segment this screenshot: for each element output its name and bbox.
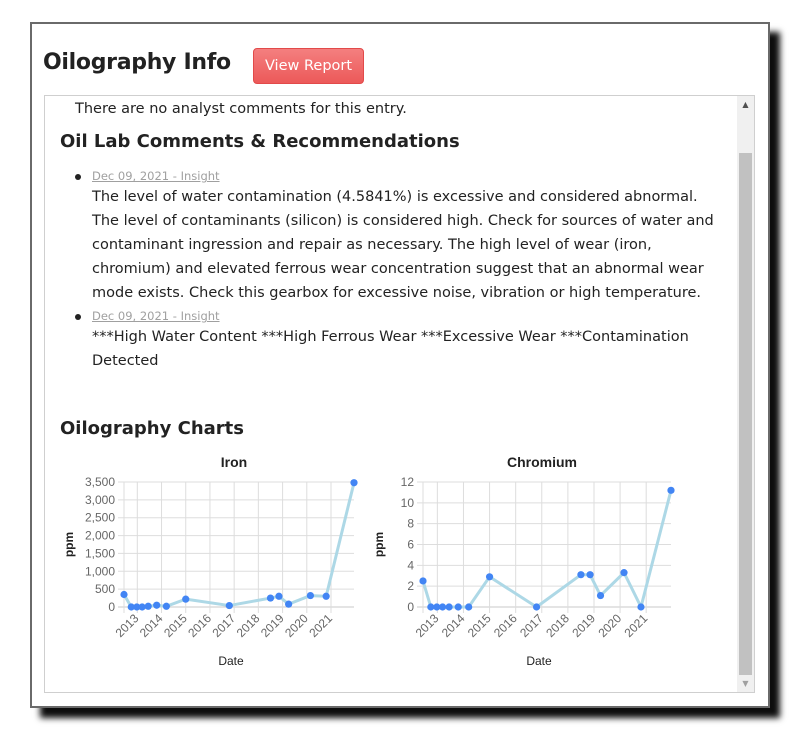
iron-data-point xyxy=(306,591,315,600)
comment-text: ***High Water Content ***High Ferrous We… xyxy=(92,329,689,369)
iron-data-point xyxy=(120,590,128,599)
iron-data-point xyxy=(285,600,293,608)
y-tick-label: 8 xyxy=(407,517,414,531)
iron-data-point xyxy=(322,592,330,600)
iron-data-point xyxy=(138,603,146,611)
x-tick-label: 2020 xyxy=(595,611,624,640)
y-tick-label: 12 xyxy=(401,475,415,489)
iron-chart: Iron 0 500 1,000 1,500 2,000 2,500 3,000 3,500 20… xyxy=(59,452,369,682)
chromium-data-point xyxy=(485,573,494,581)
y-tick-label: 3,500 xyxy=(85,475,115,489)
iron-data-point xyxy=(350,479,358,487)
chromium-data-point xyxy=(620,569,628,577)
insight-link[interactable]: Dec 09, 2021 - Insight xyxy=(92,167,720,185)
comments-list: Dec 09, 2021 - Insight The level of wate… xyxy=(60,167,720,375)
panel-content: There are no analyst comments for this e… xyxy=(45,96,737,692)
x-tick-label: 2021 xyxy=(622,611,651,640)
chart-title: Chromium xyxy=(507,454,577,470)
iron-data-point xyxy=(225,601,233,610)
x-tick-label: 2013 xyxy=(413,611,442,640)
chromium-data-point xyxy=(419,577,427,585)
comment-text: The level of water contamination (4.5841… xyxy=(92,189,714,301)
analyst-comments-text: There are no analyst comments for this e… xyxy=(75,101,407,117)
x-tick-label: 2020 xyxy=(282,611,311,640)
y-tick-label: 1,500 xyxy=(85,546,115,560)
iron-data-point xyxy=(144,602,152,610)
y-tick-label: 0 xyxy=(407,600,414,614)
chromium-data-point xyxy=(445,603,453,611)
y-axis-title: ppm xyxy=(372,532,386,557)
iron-series-line xyxy=(122,482,356,609)
iron-chart-svg: Iron 0 500 1,000 1,500 2,000 2,500 3,000 3,500 20… xyxy=(62,454,358,668)
y-tick-label: 4 xyxy=(407,558,414,572)
chromium-data-point xyxy=(586,571,594,579)
oilography-dialog: Oilography Info View Report There are no… xyxy=(30,22,770,708)
x-tick-label: 2015 xyxy=(161,611,190,640)
x-tick-label: 2018 xyxy=(234,611,263,640)
charts-heading: Oilography Charts xyxy=(60,418,244,439)
iron-data-point xyxy=(182,595,190,603)
x-tick-label: 2013 xyxy=(113,611,142,640)
chromium-chart-svg: Chromium02468101220132014201520162017201… xyxy=(372,454,675,668)
lab-comments-heading: Oil Lab Comments & Recommendations xyxy=(60,131,460,152)
chromium-data-point xyxy=(637,603,645,611)
scroll-panel: There are no analyst comments for this e… xyxy=(44,95,755,693)
y-tick-label: 10 xyxy=(401,496,415,510)
y-tick-label: 0 xyxy=(108,600,115,614)
x-tick-label: 2014 xyxy=(137,611,166,640)
x-tick-label: 2016 xyxy=(491,611,520,640)
scroll-thumb[interactable] xyxy=(739,153,752,675)
x-tick-label: 2019 xyxy=(258,611,287,640)
x-tick-label: 2019 xyxy=(569,611,598,640)
chromium-data-point xyxy=(438,603,447,611)
iron-data-point xyxy=(153,601,161,609)
y-tick-label: 3,000 xyxy=(85,493,115,507)
x-axis-title: Date xyxy=(218,654,244,668)
page-title: Oilography Info xyxy=(43,50,231,75)
list-item: Dec 09, 2021 - Insight The level of wate… xyxy=(60,167,720,305)
insight-link[interactable]: Dec 09, 2021 - Insight xyxy=(92,307,720,325)
y-tick-label: 2,000 xyxy=(85,529,115,543)
chart-title: Iron xyxy=(221,454,247,470)
iron-data-point xyxy=(266,594,275,602)
chromium-data-point xyxy=(532,603,541,611)
scroll-down-icon[interactable]: ▼ xyxy=(737,675,754,692)
y-tick-label: 6 xyxy=(407,538,414,552)
y-tick-label: 1,000 xyxy=(85,564,115,578)
chromium-data-point xyxy=(596,591,605,600)
scroll-up-icon[interactable]: ▲ xyxy=(737,96,754,113)
x-tick-label: 2017 xyxy=(209,611,238,640)
x-tick-label: 2018 xyxy=(543,611,572,640)
vertical-scrollbar[interactable]: ▲ ▼ xyxy=(737,96,754,692)
y-tick-label: 2,500 xyxy=(85,511,115,525)
chromium-data-point xyxy=(454,603,462,611)
iron-data-point xyxy=(275,592,283,600)
chromium-data-point xyxy=(667,486,675,494)
view-report-button[interactable]: View Report xyxy=(253,48,364,84)
x-tick-label: 2021 xyxy=(306,611,335,640)
x-tick-label: 2015 xyxy=(465,611,494,640)
x-axis-title: Date xyxy=(526,654,552,668)
chromium-data-point xyxy=(577,571,585,579)
x-tick-label: 2014 xyxy=(439,611,468,640)
chromium-data-point xyxy=(465,603,473,611)
list-item: Dec 09, 2021 - Insight ***High Water Con… xyxy=(60,307,720,373)
chromium-series-line xyxy=(421,489,673,609)
chromium-chart: Chromium 0 2 4 6 8 10 12 2013 2014 2015 2016 2017 201… xyxy=(371,452,691,682)
iron-data-point xyxy=(162,602,170,610)
y-tick-label: 2 xyxy=(407,579,414,593)
y-axis-title: ppm xyxy=(62,532,76,557)
y-tick-label: 500 xyxy=(95,582,115,596)
x-tick-label: 2017 xyxy=(517,611,546,640)
x-tick-label: 2016 xyxy=(185,611,214,640)
